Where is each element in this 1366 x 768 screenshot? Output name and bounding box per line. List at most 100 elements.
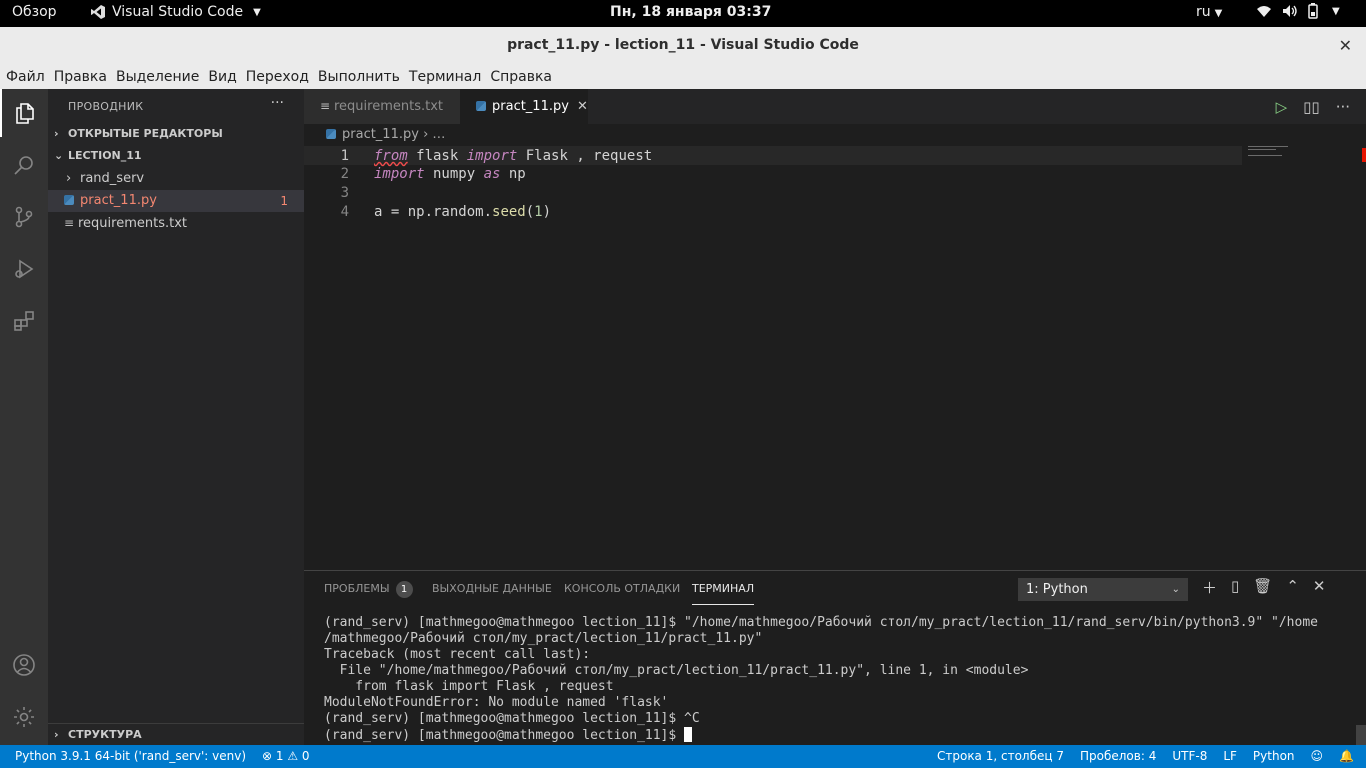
close-window-button[interactable]: ✕ xyxy=(1339,27,1352,64)
problems-status-button[interactable]: ⊗ 1 ⚠ 0 xyxy=(262,745,310,768)
clock[interactable]: Пн, 18 января 03:37 xyxy=(610,4,771,20)
menu-go[interactable]: Переход xyxy=(246,69,309,85)
window-titlebar: pract_11.py - lection_11 - Visual Studio… xyxy=(0,27,1366,64)
more-actions-button[interactable]: ··· xyxy=(271,95,284,111)
extensions-icon xyxy=(14,311,34,331)
terminal-line: /mathmegoo/Рабочий стол/my_pract/lection… xyxy=(324,631,763,646)
app-name: Visual Studio Code xyxy=(112,4,244,20)
python-file-icon xyxy=(64,195,74,205)
line-content: import numpy as np xyxy=(374,166,526,182)
tab-terminal[interactable]: ТЕРМИНАЛ xyxy=(692,571,755,605)
line-number: 3 xyxy=(340,185,349,201)
code-line[interactable]: 1 from flask import Flask , request xyxy=(304,146,1242,165)
eol-button[interactable]: LF xyxy=(1223,745,1237,768)
encoding-button[interactable]: UTF-8 xyxy=(1172,745,1207,768)
breadcrumb-file[interactable]: pract_11.py xyxy=(342,127,419,142)
feedback-icon[interactable]: ☺ xyxy=(1311,745,1324,768)
menu-help[interactable]: Справка xyxy=(490,69,552,85)
system-tray[interactable]: ▼ xyxy=(1256,3,1340,19)
search-button[interactable] xyxy=(0,141,48,189)
code-line[interactable]: 2 import numpy as np xyxy=(304,165,1242,184)
open-editors-label: ОТКРЫТЫЕ РЕДАКТОРЫ xyxy=(68,127,223,140)
code-line[interactable]: 3 xyxy=(304,184,1242,203)
language-mode-button[interactable]: Python xyxy=(1253,745,1295,768)
system-top-bar: Обзор Visual Studio Code ▼ Пн, 18 января… xyxy=(0,0,1366,27)
tab-debug-console[interactable]: КОНСОЛЬ ОТЛАДКИ xyxy=(564,571,680,607)
tree-item-pract-11[interactable]: pract_11.py 1 xyxy=(48,190,304,212)
menu-selection[interactable]: Выделение xyxy=(116,69,199,85)
maximize-panel-button[interactable]: ⌃ xyxy=(1286,577,1299,598)
extensions-button[interactable] xyxy=(0,297,48,345)
chevron-right-icon: › xyxy=(54,728,59,741)
tab-pract-11[interactable]: pract_11.py ✕ xyxy=(460,89,588,124)
menu-run[interactable]: Выполнить xyxy=(318,69,400,85)
text-file-icon: ≡ xyxy=(320,99,331,113)
explorer-sidebar: ПРОВОДНИК ··· › ОТКРЫТЫЕ РЕДАКТОРЫ ⌄ LECTI… xyxy=(48,89,304,745)
more-actions-button[interactable]: ··· xyxy=(1336,98,1350,116)
menu-edit[interactable]: Правка xyxy=(54,69,107,85)
breadcrumb: pract_11.py › … xyxy=(304,124,1366,146)
close-tab-button[interactable]: ✕ xyxy=(577,99,588,114)
terminal-line: File "/home/mathmegoo/Рабочий стол/my_pr… xyxy=(324,663,1029,678)
new-terminal-button[interactable]: ＋ xyxy=(1202,577,1217,598)
menu-view[interactable]: Вид xyxy=(208,69,236,85)
activities-button[interactable]: Обзор xyxy=(12,4,57,20)
terminal-output[interactable]: (rand_serv) [mathmegoo@mathmegoo lection… xyxy=(324,615,1354,744)
caret-down-icon: ▼ xyxy=(1214,8,1223,19)
panel-actions: ＋ ▯ 🗑 ⌃ ✕ xyxy=(1202,577,1325,598)
split-terminal-button[interactable]: ▯ xyxy=(1231,577,1239,598)
menu-terminal[interactable]: Терминал xyxy=(409,69,481,85)
terminal-line: (rand_serv) [mathmegoo@mathmegoo lection… xyxy=(324,711,700,726)
open-editors-section[interactable]: › ОТКРЫТЫЕ РЕДАКТОРЫ xyxy=(48,123,304,145)
kill-terminal-button[interactable]: 🗑 xyxy=(1253,577,1272,598)
tree-item-label: requirements.txt xyxy=(78,216,188,231)
code-line[interactable]: 4 a = np.random.seed(1) xyxy=(304,203,1242,222)
accounts-button[interactable] xyxy=(0,641,48,689)
lang-label: ru xyxy=(1196,4,1211,20)
cursor-position-button[interactable]: Строка 1, столбец 7 xyxy=(937,745,1064,768)
tab-label: ПРОБЛЕМЫ xyxy=(324,582,390,595)
code-editor[interactable]: 1 from flask import Flask , request 2 im… xyxy=(304,146,1366,570)
explorer-button[interactable] xyxy=(0,89,48,137)
run-file-button[interactable]: ▷ xyxy=(1276,98,1288,116)
tree-item-requirements[interactable]: ≡ requirements.txt xyxy=(48,212,304,234)
run-debug-icon xyxy=(15,259,34,279)
run-debug-button[interactable] xyxy=(0,245,48,293)
tab-output[interactable]: ВЫХОДНЫЕ ДАННЫЕ xyxy=(432,571,552,607)
outline-section[interactable]: › СТРУКТУРА xyxy=(48,723,304,745)
split-editor-button[interactable]: ▯▯ xyxy=(1303,98,1320,116)
error-marker xyxy=(1362,148,1366,162)
python-interpreter-button[interactable]: Python 3.9.1 64-bit ('rand_serv': venv) xyxy=(15,745,246,768)
line-number: 1 xyxy=(340,148,349,164)
close-panel-button[interactable]: ✕ xyxy=(1313,577,1326,598)
manage-button[interactable] xyxy=(0,693,48,741)
line-number: 2 xyxy=(340,166,349,182)
tree-item-rand-serv[interactable]: › rand_serv xyxy=(48,168,304,190)
bottom-panel: ПРОБЛЕМЫ 1 ВЫХОДНЫЕ ДАННЫЕ КОНСОЛЬ ОТЛАДК… xyxy=(304,570,1366,745)
menu-file[interactable]: Файл xyxy=(6,69,45,85)
text-file-icon: ≡ xyxy=(64,216,75,230)
volume-icon xyxy=(1283,5,1297,17)
activity-bar xyxy=(0,89,48,745)
tab-label: pract_11.py xyxy=(492,99,569,114)
tab-label: requirements.txt xyxy=(334,99,444,114)
breadcrumb-symbol[interactable]: … xyxy=(432,127,445,142)
terminal-scrollbar[interactable] xyxy=(1356,725,1366,745)
search-icon xyxy=(14,156,33,175)
terminal-line: (rand_serv) [mathmegoo@mathmegoo lection… xyxy=(324,615,1318,630)
indentation-button[interactable]: Пробелов: 4 xyxy=(1080,745,1156,768)
folder-section[interactable]: ⌄ LECTION_11 xyxy=(48,145,304,167)
terminal-select[interactable]: 1: Python ⌄ xyxy=(1018,578,1188,601)
keyboard-layout[interactable]: ru ▼ xyxy=(1196,4,1222,20)
tab-requirements[interactable]: ≡ requirements.txt xyxy=(304,89,460,124)
menu-bar: Файл Правка Выделение Вид Переход Выполн… xyxy=(0,64,1366,89)
minimap[interactable] xyxy=(1248,146,1358,156)
source-control-button[interactable] xyxy=(0,193,48,241)
app-menu[interactable]: Visual Studio Code ▼ xyxy=(90,4,261,20)
python-file-icon xyxy=(326,129,336,139)
python-file-icon xyxy=(476,101,486,111)
terminal-select-value: 1: Python xyxy=(1026,582,1088,597)
caret-down-icon: ▼ xyxy=(253,6,261,18)
notifications-icon[interactable]: 🔔 xyxy=(1339,745,1354,768)
tab-problems[interactable]: ПРОБЛЕМЫ 1 xyxy=(324,571,413,607)
